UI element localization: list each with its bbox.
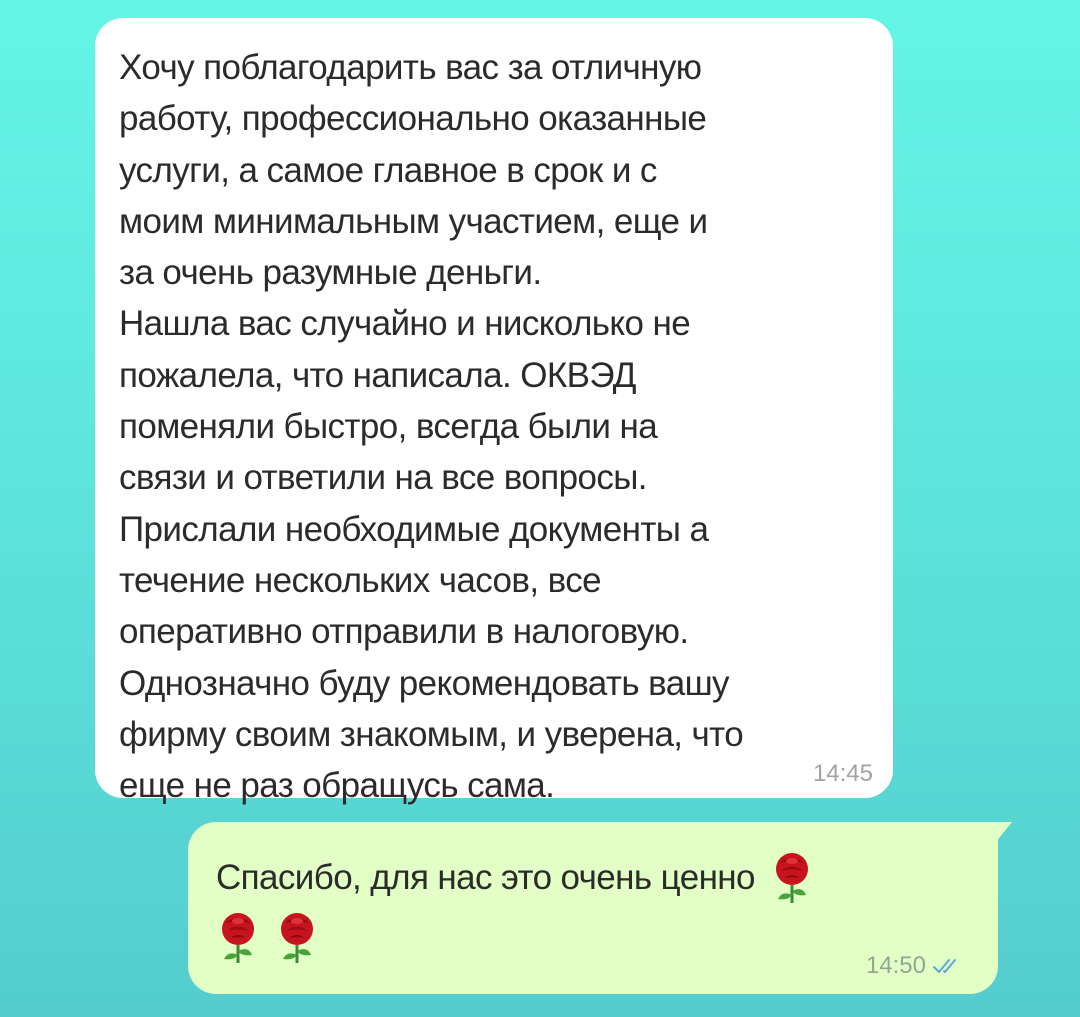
rose-icon — [776, 853, 809, 903]
message-line: связи и ответили на все вопросы. — [119, 458, 648, 498]
message-line: услуги, а самое главное в срок и с — [119, 150, 657, 190]
message-line: еще не раз обращусь сама. — [119, 766, 555, 806]
message-line: Однозначно буду рекомендовать вашу — [119, 663, 730, 703]
chat-area[interactable]: Хочу поблагодарить вас за отличную работ… — [0, 0, 1080, 1017]
message-line: поменяли быстро, всегда были на — [119, 407, 658, 447]
outgoing-message-bubble[interactable]: Спасибо, для нас это очень ценно 14:50 — [188, 822, 1012, 994]
message-line: за очень разумные деньги. — [119, 253, 542, 293]
message-line: оперативно отправили в налоговую. — [119, 612, 689, 652]
message-line: Нашла вас случайно и нисколько не — [119, 304, 691, 344]
message-line: фирму своим знакомым, и уверена, что — [119, 714, 744, 754]
rose-emoji — [216, 909, 260, 965]
bubble-tail — [996, 822, 1012, 842]
incoming-message-time: 14:45 — [812, 760, 873, 787]
rose-emoji — [770, 849, 814, 905]
message-line: пожалела, что написала. ОКВЭД — [119, 355, 636, 395]
message-line: Прислали необходимые документы а — [119, 509, 709, 549]
incoming-message-text: Хочу поблагодарить вас за отличную работ… — [119, 42, 879, 811]
double-check-icon — [932, 957, 962, 975]
message-line: Хочу поблагодарить вас за отличную — [119, 48, 702, 87]
outgoing-message-time: 14:50 — [865, 952, 926, 979]
message-line: течение нескольких часов, все — [119, 560, 602, 600]
outgoing-message-meta: 14:50 — [866, 952, 962, 980]
rose-icon — [281, 913, 314, 963]
rose-emoji — [275, 909, 319, 965]
outgoing-message-text: Спасибо, для нас это очень ценно — [216, 848, 936, 968]
rose-icon — [222, 913, 254, 963]
message-line: моим минимальным участием, еще и — [119, 201, 708, 241]
outgoing-message-body: Спасибо, для нас это очень ценно — [216, 858, 755, 897]
incoming-message-bubble[interactable]: Хочу поблагодарить вас за отличную работ… — [95, 18, 893, 805]
message-line: работу, профессионально оказанные — [119, 99, 707, 139]
